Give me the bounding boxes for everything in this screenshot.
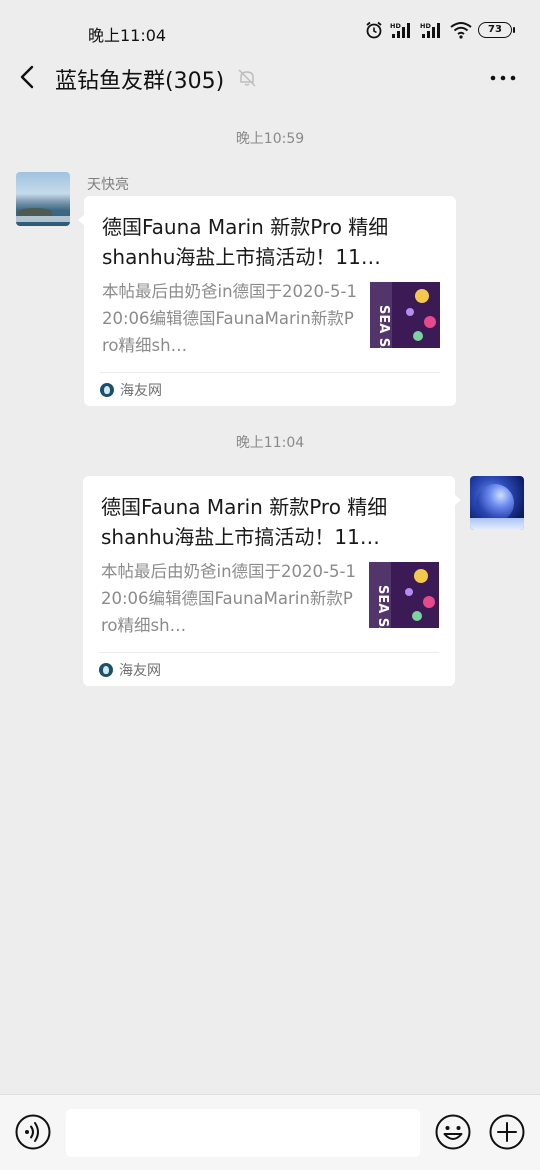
more-options-icon[interactable] <box>488 64 518 92</box>
voice-icon[interactable] <box>14 1113 52 1151</box>
chat-header: 蓝钻鱼友群(305) <box>0 56 540 100</box>
message-input[interactable] <box>66 1109 420 1157</box>
thumb-text: SEA SALT <box>375 585 390 628</box>
card-divider <box>100 372 440 373</box>
signal-hd-icon: HD <box>390 22 410 38</box>
source-name: 海友网 <box>120 383 162 399</box>
alarm-icon <box>366 21 382 39</box>
link-card[interactable]: 德国Fauna Marin 新款Pro 精细shanhu海盐上市搞活动！11… … <box>78 196 456 406</box>
card-description: 本帖最后由奶爸in德国于2020-5-120:06编辑德国FaunaMarin新… <box>102 282 357 355</box>
battery-indicator: 73 <box>478 22 515 38</box>
card-divider <box>99 652 439 653</box>
thumb-text: SEA SALT <box>376 305 391 348</box>
hd-label: HD <box>420 22 431 30</box>
source-logo-icon <box>100 383 114 397</box>
status-time: 晚上11:04 <box>88 26 167 45</box>
wifi-icon <box>450 22 472 39</box>
input-bar <box>0 1094 540 1170</box>
signal-hd-icon: HD <box>420 22 440 38</box>
card-thumbnail: SEA SALT <box>370 282 440 348</box>
source-logo-icon <box>99 663 113 677</box>
back-icon[interactable] <box>14 62 44 92</box>
chat-title: 蓝钻鱼友群(305) <box>55 69 225 94</box>
card-title: 德国Fauna Marin 新款Pro 精细shanhu海盐上市搞活动！11… <box>102 215 389 269</box>
avatar[interactable] <box>16 172 70 226</box>
time-separator: 晚上10:59 <box>235 131 305 147</box>
link-card[interactable]: 德国Fauna Marin 新款Pro 精细shanhu海盐上市搞活动！11… … <box>83 476 461 686</box>
hd-label: HD <box>390 22 401 30</box>
card-thumbnail: SEA SALT <box>369 562 439 628</box>
source-name: 海友网 <box>119 663 161 679</box>
card-title: 德国Fauna Marin 新款Pro 精细shanhu海盐上市搞活动！11… <box>101 495 388 549</box>
plus-icon[interactable] <box>488 1113 526 1151</box>
card-source: 海友网 <box>100 380 162 400</box>
emoji-icon[interactable] <box>434 1113 472 1151</box>
mute-bell-icon <box>238 69 256 87</box>
card-source: 海友网 <box>99 660 161 680</box>
avatar[interactable] <box>470 476 524 530</box>
time-separator: 晚上11:04 <box>235 435 305 451</box>
sender-name: 天快亮 <box>87 177 129 193</box>
status-bar: 晚上11:04 HD HD 73 <box>0 0 540 56</box>
card-description: 本帖最后由奶爸in德国于2020-5-120:06编辑德国FaunaMarin新… <box>101 562 356 635</box>
status-icons: HD HD 73 <box>364 20 515 40</box>
